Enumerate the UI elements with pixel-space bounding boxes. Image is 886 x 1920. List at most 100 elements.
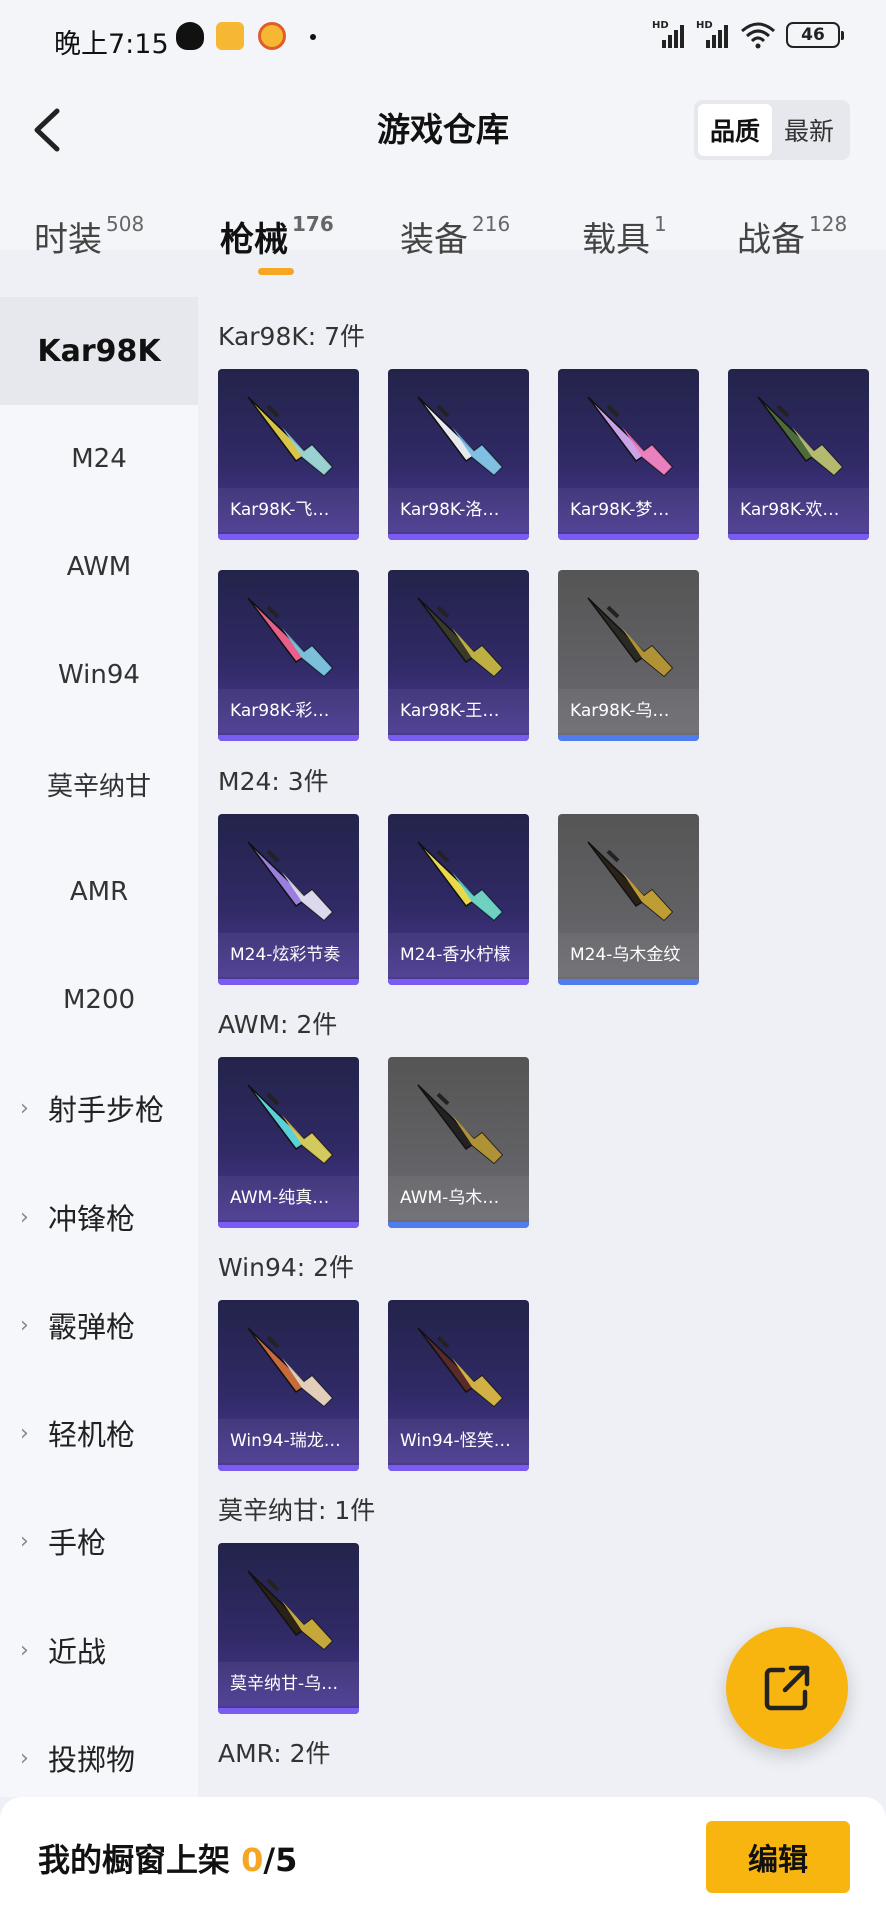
rifle-icon <box>247 1327 334 1408</box>
tab-equipment[interactable]: 装备 216 <box>400 212 510 261</box>
rarity-bar <box>558 735 699 741</box>
sidebar-item-m200[interactable]: M200 <box>0 946 198 1054</box>
chevron-right-icon: › <box>20 1745 29 1771</box>
signal-icon: HD <box>652 20 686 50</box>
sidebar-group-dmr[interactable]: › 射手步枪 <box>0 1054 198 1162</box>
signal-icon-2: HD <box>696 20 730 50</box>
item-card[interactable]: M24-炫彩节奏 <box>218 814 359 985</box>
qq-icon <box>176 22 204 50</box>
item-card[interactable]: M24-乌木金纹 <box>558 814 699 985</box>
sidebar-group-shotgun[interactable]: › 霰弹枪 <box>0 1271 198 1379</box>
item-card[interactable]: Kar98K-飞… <box>218 369 359 540</box>
sidebar-group-melee[interactable]: › 近战 <box>0 1596 198 1704</box>
rifle-icon <box>417 1084 504 1165</box>
edit-button[interactable]: 编辑 <box>706 1821 850 1893</box>
item-label: Kar98K-飞… <box>218 488 359 532</box>
rarity-bar <box>558 979 699 985</box>
status-time: 晚上7:15 <box>54 29 169 60</box>
rarity-bar <box>388 1222 529 1228</box>
rifle-icon <box>587 396 674 477</box>
chevron-right-icon: › <box>20 1528 29 1554</box>
rarity-bar <box>728 534 869 540</box>
chevron-right-icon: › <box>20 1420 29 1446</box>
item-label: Kar98K-王… <box>388 689 529 733</box>
chevron-right-icon: › <box>20 1312 29 1338</box>
item-card[interactable]: AWM-纯真… <box>218 1057 359 1228</box>
rifle-icon <box>587 841 674 922</box>
rarity-bar <box>388 1465 529 1471</box>
rarity-bar <box>218 1708 359 1714</box>
rifle-icon <box>247 597 334 678</box>
item-card[interactable]: Kar98K-欢… <box>728 369 869 540</box>
sort-toggle[interactable]: 品质 最新 <box>693 100 850 160</box>
rarity-bar <box>388 534 529 540</box>
tab-fashion[interactable]: 时装 508 <box>34 212 144 261</box>
item-card[interactable]: Win94-怪笑… <box>388 1300 529 1471</box>
item-label: Win94-瑞龙… <box>218 1419 359 1463</box>
notes-app-icon <box>216 22 244 50</box>
sort-latest-option[interactable]: 最新 <box>772 104 846 156</box>
chevron-right-icon: › <box>20 1204 29 1230</box>
weapon-grid: Kar98K: 7件 Kar98K-飞… Kar98K-洛… Kar98K-梦…… <box>198 297 886 1797</box>
item-label: AWM-纯真… <box>218 1176 359 1220</box>
sidebar-item-mosin[interactable]: 莫辛纳甘 <box>0 730 198 838</box>
chevron-right-icon: › <box>20 1637 29 1663</box>
item-card[interactable]: Kar98K-彩… <box>218 570 359 741</box>
item-label: M24-香水柠檬 <box>388 933 529 977</box>
rarity-bar <box>218 735 359 741</box>
rarity-bar <box>218 1465 359 1471</box>
rarity-bar <box>218 534 359 540</box>
item-label: Kar98K-乌… <box>558 689 699 733</box>
sidebar-item-m24[interactable]: M24 <box>0 405 198 513</box>
sidebar-item-amr[interactable]: AMR <box>0 838 198 946</box>
rifle-icon <box>417 1327 504 1408</box>
share-button[interactable] <box>726 1627 848 1749</box>
sidebar-item-win94[interactable]: Win94 <box>0 621 198 729</box>
share-external-icon <box>764 1665 810 1711</box>
rarity-bar <box>388 979 529 985</box>
rifle-icon <box>417 841 504 922</box>
battery-icon: 46 <box>786 22 844 48</box>
bottom-bar: 我的橱窗上架 0/5 编辑 <box>0 1797 886 1920</box>
item-label: AWM-乌木… <box>388 1176 529 1220</box>
more-notifications-icon <box>310 34 316 40</box>
item-label: 莫辛纳甘-乌… <box>218 1662 359 1706</box>
item-label: M24-乌木金纹 <box>558 933 699 977</box>
item-card[interactable]: AWM-乌木… <box>388 1057 529 1228</box>
item-card[interactable]: Kar98K-梦… <box>558 369 699 540</box>
rifle-icon <box>757 396 844 477</box>
section-title-kar98k: Kar98K: 7件 <box>218 322 366 351</box>
section-title-amr: AMR: 2件 <box>218 1739 331 1768</box>
section-title-awm: AWM: 2件 <box>218 1010 338 1039</box>
tab-vehicles[interactable]: 载具 1 <box>582 212 667 261</box>
item-card[interactable]: Kar98K-洛… <box>388 369 529 540</box>
sidebar-group-lmg[interactable]: › 轻机枪 <box>0 1379 198 1487</box>
rifle-icon <box>587 597 674 678</box>
wifi-icon <box>741 22 775 49</box>
sidebar-group-smg[interactable]: › 冲锋枪 <box>0 1163 198 1271</box>
rarity-bar <box>218 979 359 985</box>
item-label: Win94-怪笑… <box>388 1419 529 1463</box>
rarity-bar <box>388 735 529 741</box>
sidebar-group-throwable[interactable]: › 投掷物 <box>0 1704 198 1812</box>
tab-supplies[interactable]: 战备 128 <box>737 212 847 261</box>
rifle-icon <box>247 396 334 477</box>
sidebar-item-kar98k[interactable]: Kar98K <box>0 297 198 405</box>
rifle-icon <box>247 1084 334 1165</box>
item-card[interactable]: 莫辛纳甘-乌… <box>218 1543 359 1714</box>
chevron-right-icon: › <box>20 1095 29 1121</box>
item-card[interactable]: Kar98K-乌… <box>558 570 699 741</box>
item-label: M24-炫彩节奏 <box>218 933 359 977</box>
item-label: Kar98K-洛… <box>388 488 529 532</box>
rifle-icon <box>417 597 504 678</box>
section-title-m24: M24: 3件 <box>218 767 329 796</box>
tab-guns[interactable]: 枪械 176 <box>220 212 334 261</box>
item-card[interactable]: Win94-瑞龙… <box>218 1300 359 1471</box>
sidebar-group-pistol[interactable]: › 手枪 <box>0 1487 198 1595</box>
rarity-bar <box>558 534 699 540</box>
sidebar-item-awm[interactable]: AWM <box>0 513 198 621</box>
rifle-icon <box>247 841 334 922</box>
item-card[interactable]: Kar98K-王… <box>388 570 529 741</box>
sort-quality-option[interactable]: 品质 <box>697 104 772 156</box>
item-card[interactable]: M24-香水柠檬 <box>388 814 529 985</box>
